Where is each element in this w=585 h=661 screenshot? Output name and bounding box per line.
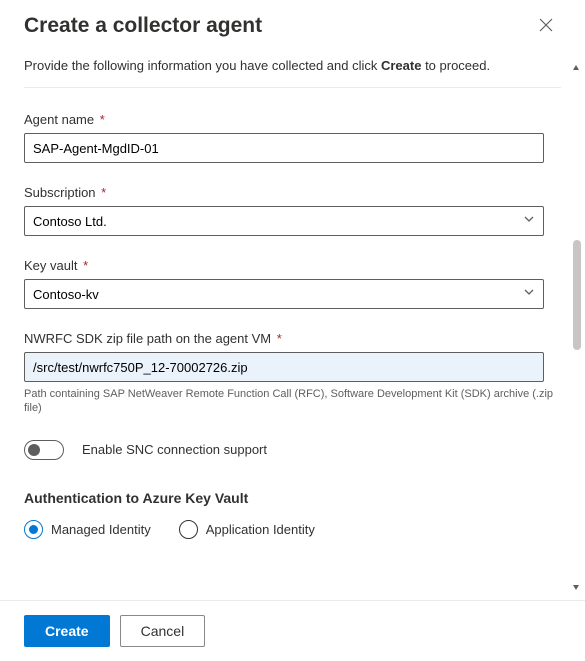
radio-label: Managed Identity (51, 522, 151, 537)
key-vault-label: Key vault * (24, 258, 561, 273)
key-vault-field: Key vault * (24, 258, 561, 309)
radio-managed-identity[interactable]: Managed Identity (24, 520, 151, 539)
sdk-path-field: NWRFC SDK zip file path on the agent VM … (24, 331, 561, 416)
panel-header: Create a collector agent (0, 0, 585, 48)
create-button[interactable]: Create (24, 615, 110, 647)
cancel-button[interactable]: Cancel (120, 615, 206, 647)
sdk-path-label: NWRFC SDK zip file path on the agent VM … (24, 331, 561, 346)
scroll-down-icon[interactable] (568, 579, 584, 595)
required-marker: * (277, 331, 282, 346)
radio-icon (179, 520, 198, 539)
panel-content: Provide the following information you ha… (0, 48, 585, 600)
intro-prefix: Provide the following information you ha… (24, 58, 381, 73)
radio-label: Application Identity (206, 522, 315, 537)
subscription-field: Subscription * (24, 185, 561, 236)
radio-icon (24, 520, 43, 539)
radio-application-identity[interactable]: Application Identity (179, 520, 315, 539)
subscription-select[interactable] (24, 206, 544, 236)
create-collector-agent-panel: Create a collector agent Provide the fol… (0, 0, 585, 661)
intro-bold: Create (381, 58, 421, 73)
divider (24, 87, 561, 88)
snc-toggle-row: Enable SNC connection support (24, 440, 561, 460)
snc-toggle[interactable] (24, 440, 64, 460)
auth-radio-group: Managed Identity Application Identity (24, 520, 561, 539)
key-vault-select[interactable] (24, 279, 544, 309)
required-marker: * (101, 185, 106, 200)
agent-name-label: Agent name * (24, 112, 561, 127)
scrollbar[interactable] (568, 60, 584, 595)
agent-name-field: Agent name * (24, 112, 561, 163)
toggle-knob (28, 444, 40, 456)
sdk-path-hint: Path containing SAP NetWeaver Remote Fun… (24, 387, 561, 416)
panel-title: Create a collector agent (24, 14, 262, 38)
scroll-up-icon[interactable] (568, 60, 584, 76)
snc-toggle-label: Enable SNC connection support (82, 442, 267, 457)
intro-text: Provide the following information you ha… (24, 58, 561, 73)
required-marker: * (100, 112, 105, 127)
panel-footer: Create Cancel (0, 600, 585, 661)
scroll-thumb[interactable] (573, 240, 581, 350)
required-marker: * (83, 258, 88, 273)
close-icon[interactable] (539, 18, 555, 34)
subscription-value[interactable] (24, 206, 544, 236)
auth-section-heading: Authentication to Azure Key Vault (24, 490, 561, 506)
key-vault-value[interactable] (24, 279, 544, 309)
agent-name-input[interactable] (24, 133, 544, 163)
sdk-path-input[interactable] (24, 352, 544, 382)
intro-suffix: to proceed. (421, 58, 490, 73)
subscription-label: Subscription * (24, 185, 561, 200)
